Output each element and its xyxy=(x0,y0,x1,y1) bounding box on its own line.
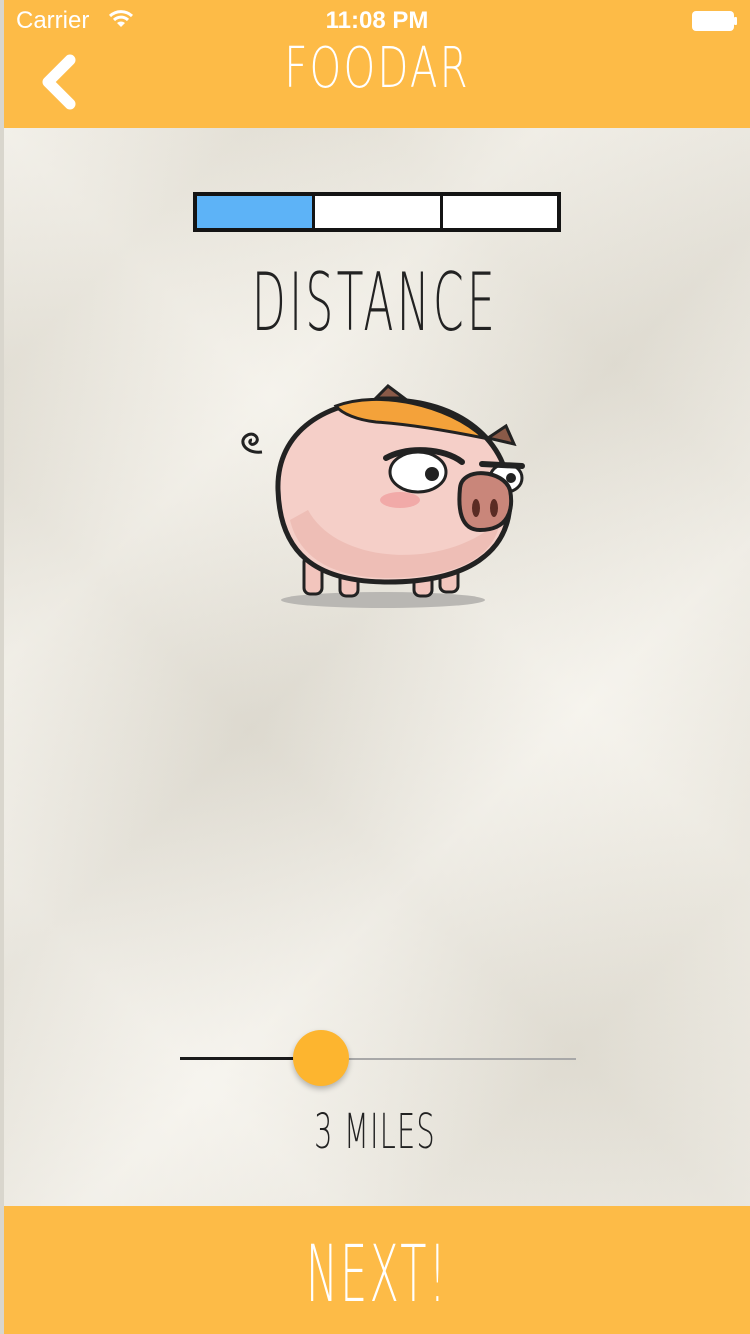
page-heading: DISTANCE xyxy=(251,256,499,349)
distance-slider[interactable] xyxy=(180,1030,576,1086)
step-progress-bar xyxy=(193,192,561,232)
chevron-left-icon xyxy=(42,54,76,110)
distance-value-label: 3 MILES xyxy=(314,1104,436,1160)
status-bar: Carrier 11:08 PM xyxy=(4,0,750,40)
progress-segment-2 xyxy=(312,196,440,228)
app-screen: Carrier 11:08 PM FOODAR DISTANCE 3 MILES… xyxy=(0,0,750,1334)
slider-thumb[interactable] xyxy=(293,1030,349,1086)
back-button[interactable] xyxy=(32,52,88,112)
nav-header: Carrier 11:08 PM FOODAR xyxy=(4,0,750,128)
progress-segment-3 xyxy=(440,196,557,228)
next-button-label: NEXT! xyxy=(305,1230,449,1320)
left-edge xyxy=(0,0,4,1334)
app-title: FOODAR xyxy=(284,36,470,101)
next-button[interactable]: NEXT! xyxy=(4,1206,750,1334)
progress-segment-1 xyxy=(197,196,312,228)
battery-icon xyxy=(692,11,737,31)
pig-illustration xyxy=(241,384,525,608)
slider-track-empty xyxy=(320,1058,576,1060)
clock-time: 11:08 PM xyxy=(325,7,429,34)
